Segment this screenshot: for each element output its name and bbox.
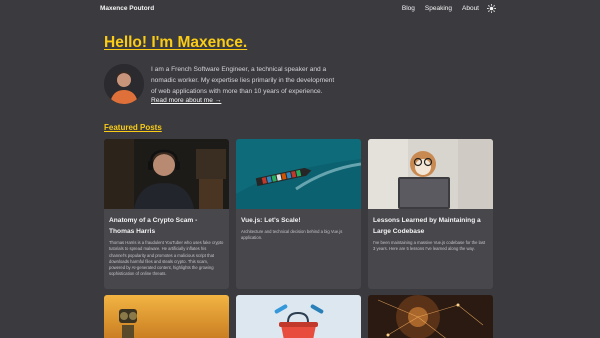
post-thumbnail bbox=[368, 295, 493, 338]
main-nav: Blog Speaking About bbox=[392, 4, 496, 13]
hero-title: Hello! I'm Maxence. bbox=[104, 34, 248, 51]
sun-icon[interactable] bbox=[487, 4, 496, 13]
brand-link[interactable]: Maxence Poutord bbox=[100, 5, 154, 12]
post-title: Lessons Learned by Maintaining a Large C… bbox=[373, 217, 481, 235]
post-description: I've been maintaining a massive Vue.js c… bbox=[373, 240, 486, 252]
post-description: Architecture and technical decision behi… bbox=[241, 229, 343, 241]
post-card-large-codebase[interactable]: Lessons Learned by Maintaining a Large C… bbox=[368, 139, 493, 289]
post-thumbnail bbox=[104, 295, 229, 338]
intro-text: I am a French Software Engineer, a techn… bbox=[151, 66, 335, 96]
post-thumbnail bbox=[236, 139, 361, 209]
featured-heading: Featured Posts bbox=[104, 123, 162, 132]
avatar bbox=[104, 64, 144, 104]
post-title: Anatomy of a Crypto Scam - Thomas Harris bbox=[109, 217, 198, 235]
post-thumbnail bbox=[236, 295, 361, 338]
post-thumbnail bbox=[104, 139, 229, 209]
post-card-row2-1[interactable] bbox=[104, 295, 229, 338]
post-card-vuejs-scale[interactable]: Vue.js: Let's Scale! Architecture and te… bbox=[236, 139, 361, 289]
site-header: Maxence Poutord Blog Speaking About bbox=[0, 0, 600, 20]
post-card-row2-3[interactable] bbox=[368, 295, 493, 338]
read-more-link[interactable]: Read more about me → bbox=[151, 97, 221, 104]
post-card-crypto-scam[interactable]: Anatomy of a Crypto Scam - Thomas Harris… bbox=[104, 139, 229, 289]
post-description: Thomas Harris is a fraudulent YouTuber w… bbox=[109, 240, 224, 277]
post-card-row2-2[interactable] bbox=[236, 295, 361, 338]
post-title: Vue.js: Let's Scale! bbox=[241, 217, 301, 224]
nav-about[interactable]: About bbox=[462, 5, 479, 12]
nav-speaking[interactable]: Speaking bbox=[425, 5, 452, 12]
post-thumbnail bbox=[368, 139, 493, 209]
nav-blog[interactable]: Blog bbox=[402, 5, 415, 12]
